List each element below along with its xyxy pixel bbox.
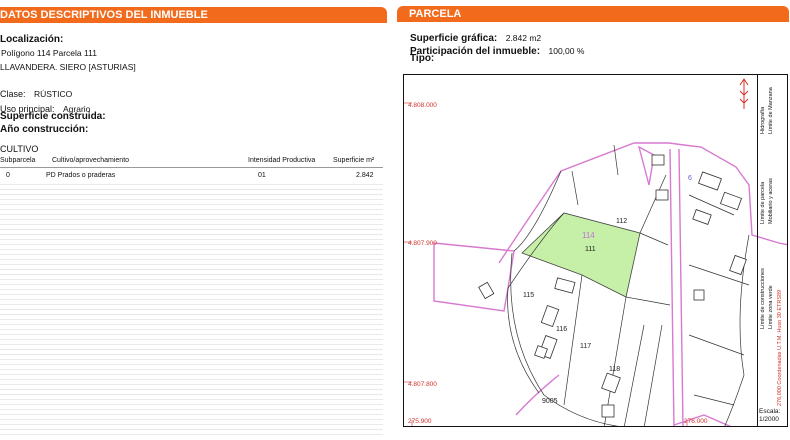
localizacion-label: Localización: bbox=[0, 34, 64, 45]
scale-value: 1/2000 bbox=[759, 416, 779, 423]
cell-cultivo: PD Prados o praderas bbox=[46, 172, 116, 179]
col-intensidad: Intensidad Productiva bbox=[248, 157, 316, 164]
coord-y-1: 4.808.000 bbox=[408, 102, 437, 109]
legend-line-3: Límite zona verde bbox=[768, 285, 774, 329]
legend-line-0: Límite de parcela bbox=[760, 181, 766, 224]
cultivo-empty-rows bbox=[0, 180, 383, 438]
map-legend: Límite de parcela Límite de construccion… bbox=[757, 74, 788, 427]
parcel-label-6: 6 bbox=[688, 175, 692, 182]
col-subparcela: Subparcela bbox=[0, 157, 36, 164]
parcel-label-117: 117 bbox=[580, 343, 591, 350]
parcel-label-116: 116 bbox=[556, 326, 567, 333]
legend-line-5: Límite de Manzana bbox=[768, 87, 774, 134]
localizacion-line1: Polígono 114 Parcela 111 bbox=[1, 48, 97, 58]
cell-superficie: 2.842 bbox=[356, 172, 374, 179]
legend-line-2: Mobiliario y aceras bbox=[768, 178, 774, 224]
clase-label: Clase: bbox=[0, 89, 26, 99]
coord-y-3: 4.807.800 bbox=[408, 381, 437, 388]
localizacion-line2: LLAVANDERA. SIERO [ASTURIAS] bbox=[0, 62, 136, 72]
cultivo-table-header: Subparcela Cultivo/aprovechamiento Inten… bbox=[0, 156, 383, 168]
cultivo-title: CULTIVO bbox=[0, 144, 39, 154]
coord-y-2: 4.807.900 bbox=[408, 240, 437, 247]
north-arrow-icon bbox=[739, 78, 749, 109]
superficie-construida-label: Superficie construida: bbox=[0, 111, 106, 122]
participacion-value: 100,00 % bbox=[548, 46, 585, 56]
coord-x-1: 275.900 bbox=[408, 418, 432, 425]
anio-construccion-label: Año construcción: bbox=[0, 124, 89, 135]
cultivo-table: Subparcela Cultivo/aprovechamiento Inten… bbox=[0, 156, 383, 181]
right-section-header: PARCELA bbox=[397, 6, 789, 22]
coord-x-2: 276.000 bbox=[684, 418, 708, 425]
legend-line-4: Hidrografía bbox=[760, 106, 766, 134]
col-superficie: Superficie m² bbox=[333, 157, 375, 164]
legend-line-1: Límite de construcciones bbox=[760, 268, 766, 329]
map-drawing: 4.808.000 4.807.900 4.807.800 275.900 27… bbox=[404, 78, 787, 426]
polygon-label: 114 bbox=[582, 231, 595, 240]
cell-subparcela: 0 bbox=[6, 172, 10, 179]
participacion-row: Participación del inmueble: 100,00 % bbox=[410, 41, 584, 59]
cell-intensidad: 01 bbox=[258, 172, 266, 179]
parcel-label-9005: 9005 bbox=[542, 398, 558, 405]
parcel-label-112: 112 bbox=[616, 218, 627, 225]
parcel-label-115: 115 bbox=[523, 292, 534, 299]
left-section-header: DATOS DESCRIPTIVOS DEL INMUEBLE bbox=[0, 7, 387, 23]
scale-box: Escala: 1/2000 bbox=[759, 408, 780, 424]
coordinates-note: 276,000 Coordenadas U.T.M. Huso 30 ETRS8… bbox=[777, 289, 783, 406]
parcel-label-118: 118 bbox=[609, 366, 620, 373]
col-cultivo: Cultivo/aprovechamiento bbox=[52, 157, 130, 164]
coordinate-ticks bbox=[404, 102, 688, 426]
scale-label: Escala: bbox=[759, 408, 781, 415]
tipo-label: Tipo: bbox=[410, 53, 435, 64]
clase-value: RÚSTICO bbox=[33, 89, 73, 99]
parcel-label-111: 111 bbox=[585, 246, 596, 253]
cadastral-map[interactable]: 4.808.000 4.807.900 4.807.800 275.900 27… bbox=[403, 74, 788, 427]
